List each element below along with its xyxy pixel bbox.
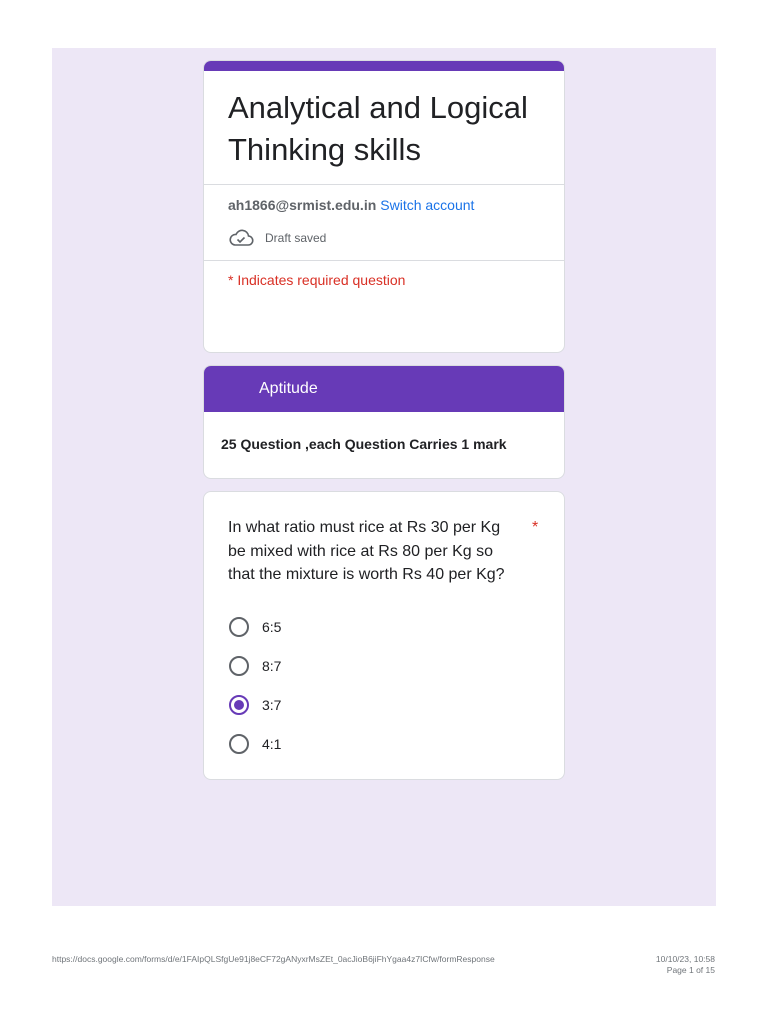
form-title: Analytical and Logical Thinking skills [228,90,528,167]
footer-meta: 10/10/23, 10:58 Page 1 of 15 [656,954,715,976]
option-8-7[interactable]: 8:7 [229,647,564,686]
form-accent-bar [204,61,564,71]
question-text: In what ratio must rice at Rs 30 per Kg … [228,519,505,583]
switch-account-link[interactable]: Switch account [380,197,474,213]
footer-url: https://docs.google.com/forms/d/e/1FAIpQ… [52,954,495,964]
option-label: 6:5 [262,619,282,635]
answer-options: 6:5 8:7 3:7 4:1 [204,587,564,764]
account-email: ah1866@srmist.edu.in [228,197,377,213]
form-header-card: Analytical and Logical Thinking skills a… [203,60,565,353]
required-star: * [532,519,539,536]
option-label: 4:1 [262,736,282,752]
section-title: Aptitude [204,366,564,412]
footer-page-number: Page 1 of 15 [666,965,715,975]
required-note: * Indicates required question [228,272,406,288]
radio-button[interactable] [229,656,249,676]
question-header: In what ratio must rice at Rs 30 per Kg … [204,492,564,587]
draft-status-text: Draft saved [265,231,327,245]
draft-status-row: Draft saved [204,214,564,260]
section-card: Aptitude 25 Question ,each Question Carr… [203,365,565,479]
radio-button[interactable] [229,617,249,637]
radio-button-selected[interactable] [229,695,249,715]
account-row: ah1866@srmist.edu.in Switch account [204,185,564,214]
option-label: 8:7 [262,658,282,674]
option-label: 3:7 [262,697,282,713]
option-6-5[interactable]: 6:5 [229,608,564,647]
section-description: 25 Question ,each Question Carries 1 mar… [221,436,507,452]
option-4-1[interactable]: 4:1 [229,725,564,764]
question-card: In what ratio must rice at Rs 30 per Kg … [203,491,565,780]
cloud-check-icon [228,228,254,248]
footer-datetime: 10/10/23, 10:58 [655,954,715,964]
option-3-7[interactable]: 3:7 [229,686,564,725]
radio-button[interactable] [229,734,249,754]
